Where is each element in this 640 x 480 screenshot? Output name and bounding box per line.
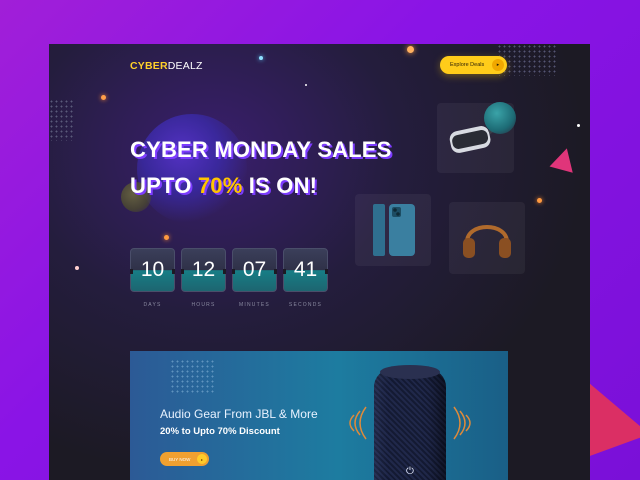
hero-headline: CYBER MONDAY SALES UPTO 70% IS ON! [130, 132, 392, 204]
decorative-orb [484, 102, 516, 134]
decorative-star [537, 198, 542, 203]
decorative-star [75, 266, 79, 270]
explore-deals-label: Explore Deals [450, 62, 485, 68]
hero-line-2: UPTO 70% IS ON! [130, 168, 392, 204]
decorative-star [164, 235, 169, 240]
speaker-icon [374, 369, 446, 480]
decorative-star [577, 124, 580, 127]
hero-line-2-prefix: UPTO [130, 173, 198, 198]
site-logo[interactable]: CYBERDEALZ [130, 60, 203, 72]
chevron-right-icon: ▸ [492, 59, 504, 71]
decorative-star [259, 56, 263, 60]
sound-wave-right-icon [453, 406, 471, 440]
speaker-top [380, 365, 440, 379]
countdown-value: 10 [130, 248, 175, 292]
decorative-star [407, 46, 414, 53]
decorative-star [101, 95, 106, 100]
banner-title: Audio Gear From JBL & More [160, 407, 318, 421]
countdown-days: 10 DAYS [130, 248, 175, 308]
banner-subtitle: 20% to Upto 70% Discount [160, 426, 280, 437]
logo-text-primary: CYBER [130, 60, 168, 72]
product-tile-phone[interactable] [355, 194, 431, 266]
hero-line-2-suffix: IS ON! [242, 173, 318, 198]
countdown-label: DAYS [143, 302, 162, 308]
smartphone-icon [373, 204, 415, 256]
headphones-icon [463, 225, 511, 258]
chevron-right-icon: ▸ [197, 454, 207, 464]
decorative-triangle [549, 145, 579, 173]
countdown-label: SECONDS [288, 302, 323, 308]
sound-wave-left-icon [349, 406, 367, 440]
explore-deals-button[interactable]: Explore Deals ▸ [440, 56, 507, 74]
countdown-minutes: 07 MINUTES [232, 248, 277, 308]
decorative-dots [170, 359, 214, 393]
countdown-hours: 12 HOURS [181, 248, 226, 308]
buy-now-button[interactable]: BUY NOW ▸ [160, 452, 209, 466]
hero-line-1: CYBER MONDAY SALES [130, 137, 392, 162]
decorative-dots [49, 99, 73, 141]
logo-text-secondary: DEALZ [167, 60, 203, 72]
discount-highlight: 70% [197, 173, 243, 198]
decorative-star [305, 84, 307, 86]
countdown-seconds: 41 SECONDS [283, 248, 328, 308]
countdown-value: 12 [181, 248, 226, 292]
promo-banner[interactable]: Audio Gear From JBL & More 20% to Upto 7… [130, 351, 508, 480]
product-tile-headphones[interactable] [449, 202, 525, 274]
buy-now-label: BUY NOW [169, 456, 191, 462]
countdown-timer: 10 DAYS 12 HOURS 07 MINUTES 41 SECONDS [130, 248, 328, 308]
power-icon: ⏻ [406, 465, 414, 477]
countdown-value: 07 [232, 248, 277, 292]
countdown-label: HOURS [191, 302, 216, 308]
countdown-label: MINUTES [239, 302, 270, 308]
countdown-value: 41 [283, 248, 328, 292]
landing-page: CYBERDEALZ Explore Deals ▸ CYBER MONDAY … [49, 44, 590, 480]
